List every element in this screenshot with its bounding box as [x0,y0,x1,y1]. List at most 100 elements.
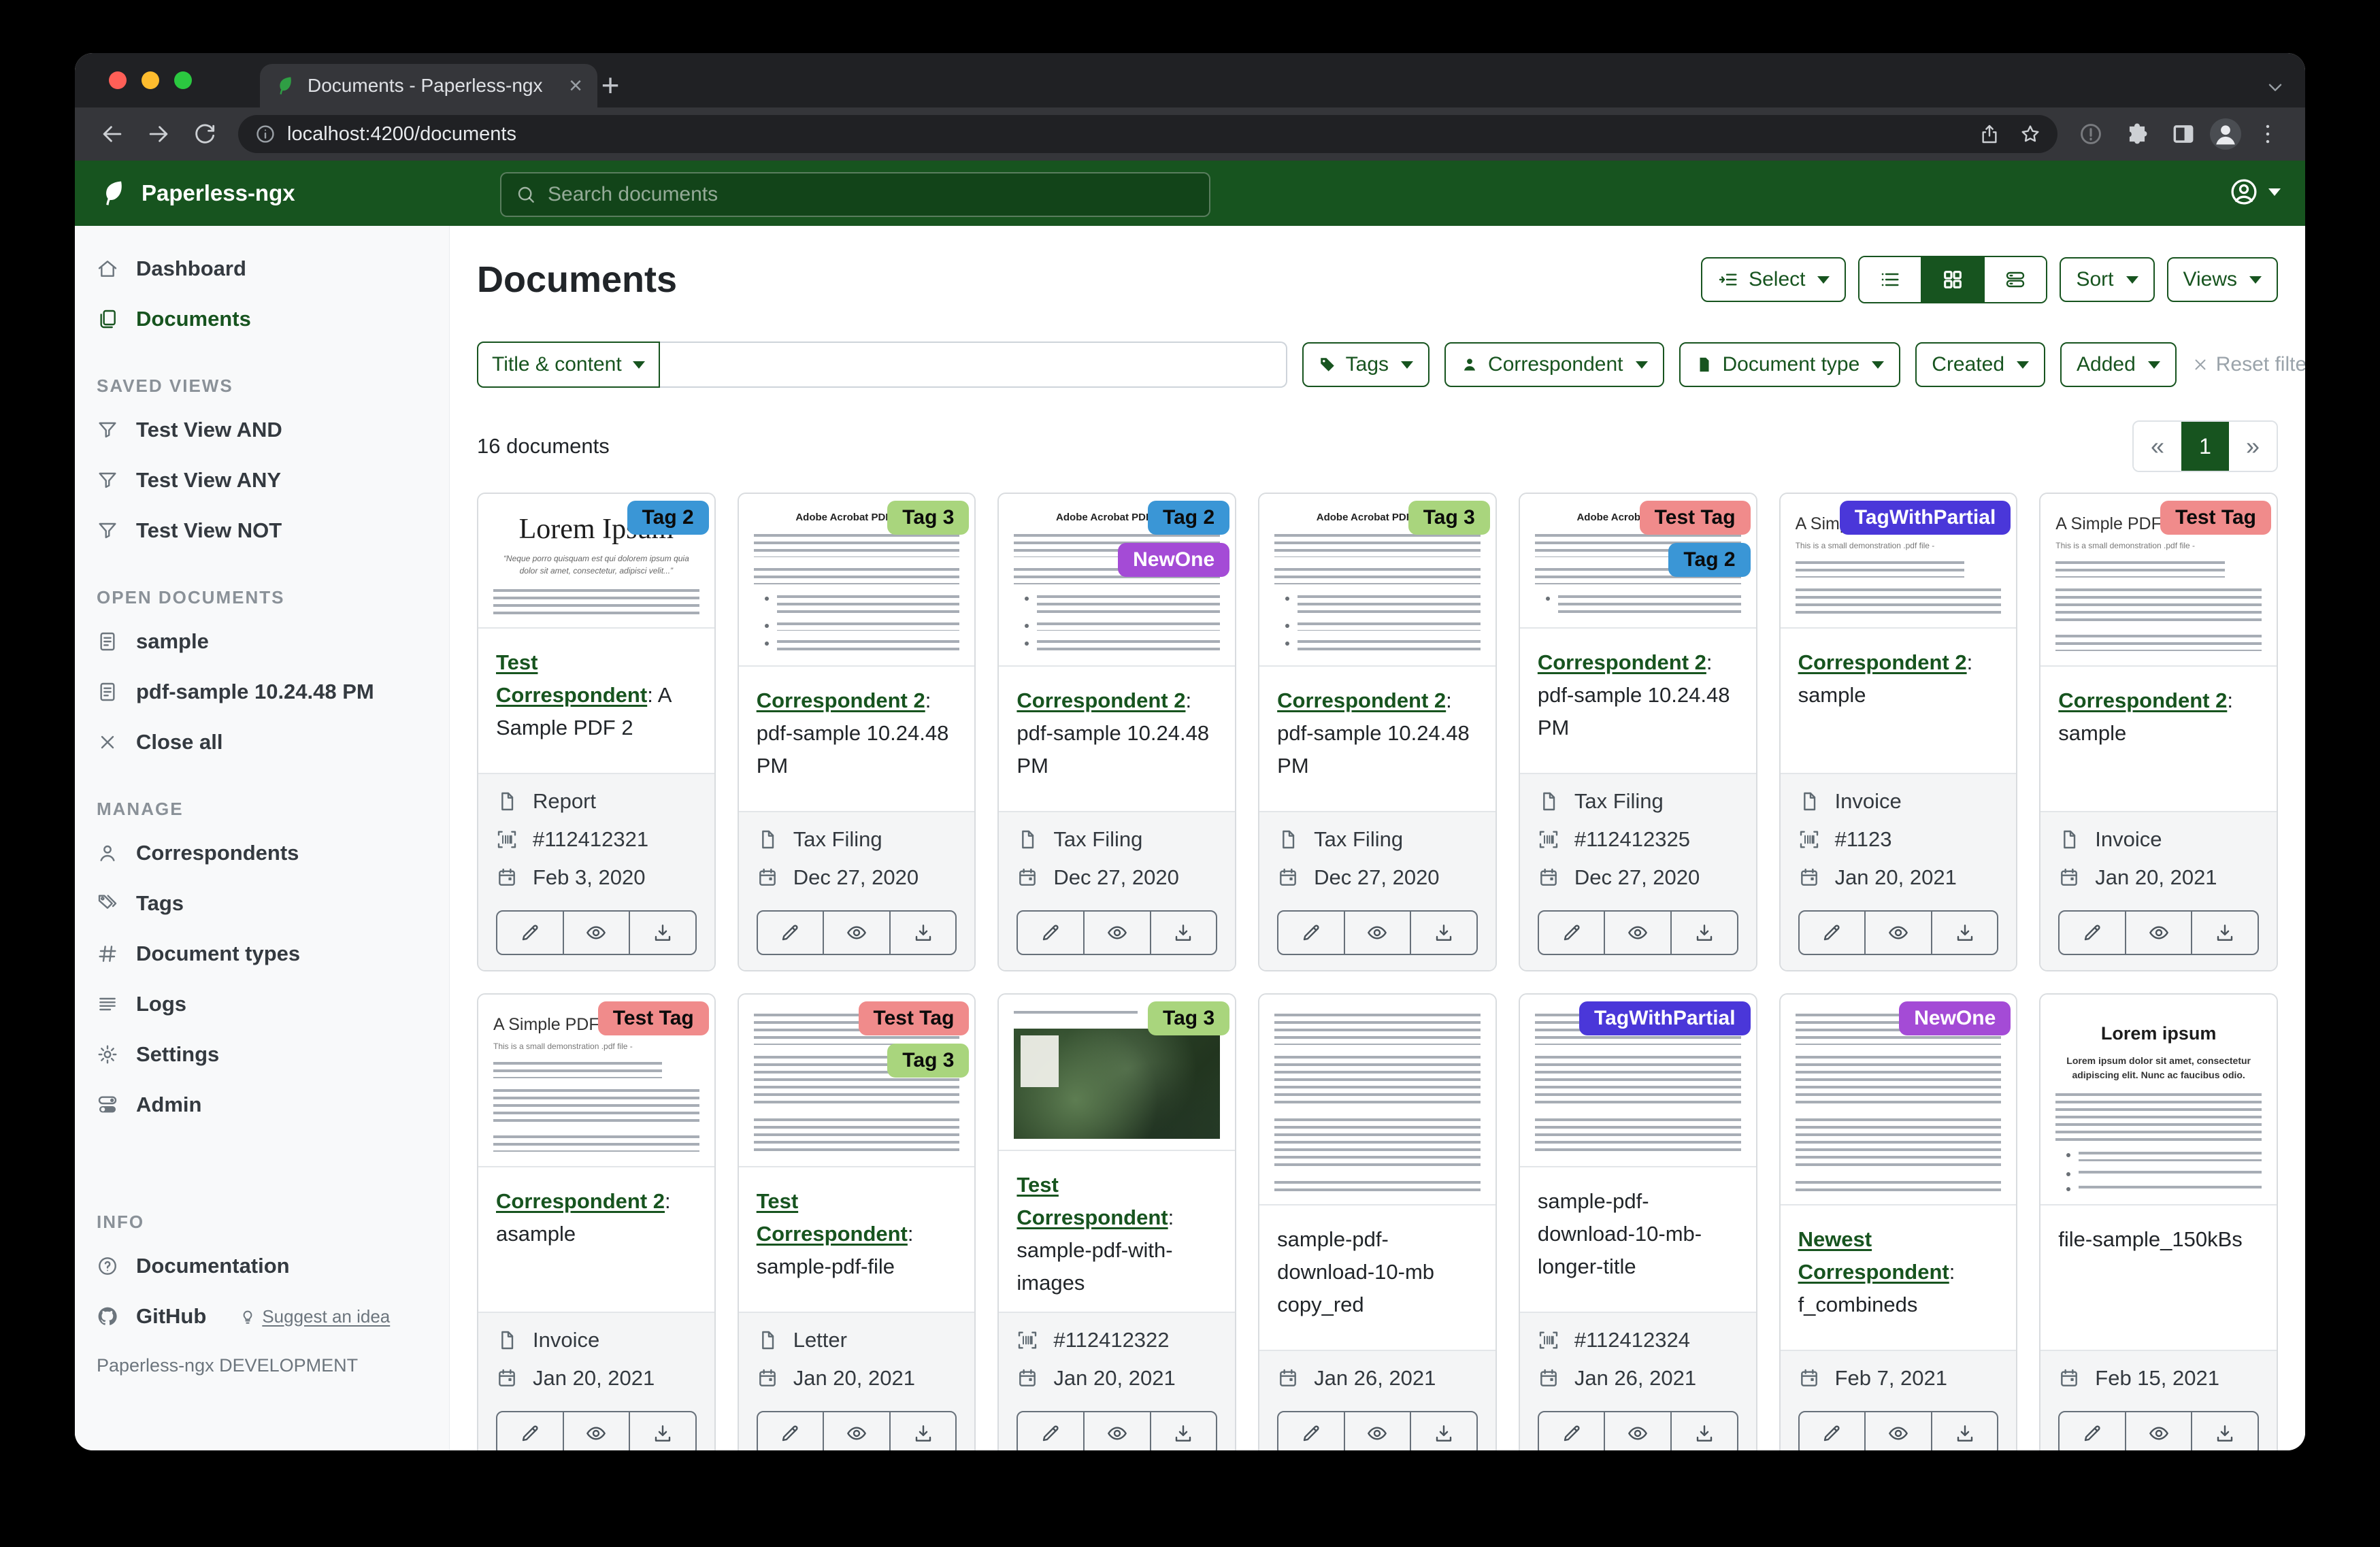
sidebar-item-documents[interactable]: Documents [75,294,449,344]
extensions-puzzle-icon[interactable] [2117,114,2157,154]
extension-badge-icon[interactable] [2071,114,2111,154]
display-mode-list-button[interactable] [1860,257,1921,302]
display-mode-detail-button[interactable] [1983,257,2046,302]
sidebar-item-test-view-any[interactable]: Test View ANY [75,455,449,505]
document-thumbnail[interactable]: Adobe Acrobat PDF Files Tag 3 [739,494,975,667]
sidebar-item-dashboard[interactable]: Dashboard [75,244,449,294]
prev-page-button[interactable]: « [2134,422,2181,471]
tag-badge-tag-2[interactable]: Tag 2 [1148,501,1229,535]
download-button[interactable] [1410,1412,1476,1450]
edit-button[interactable] [497,912,563,954]
edit-button[interactable] [758,1412,823,1450]
view-button[interactable] [563,912,629,954]
edit-button[interactable] [1539,1412,1604,1450]
correspondent-link[interactable]: Correspondent 2 [1017,688,1185,712]
share-icon[interactable] [1979,123,2000,145]
new-tab-button[interactable]: + [592,67,629,103]
document-thumbnail[interactable]: Adobe Acrobat PDF Files Tag 3 [1259,494,1495,667]
sidebar-item-pdf-sample-10-24-48-pm[interactable]: pdf-sample 10.24.48 PM [75,667,449,717]
view-button[interactable] [823,912,889,954]
meta-document-type[interactable]: Tax Filing [1538,789,1738,814]
sidebar-item-admin[interactable]: Admin [75,1080,449,1130]
download-button[interactable] [629,1412,695,1450]
filter-tags-button[interactable]: Tags [1302,342,1429,387]
download-button[interactable] [889,912,956,954]
meta-document-type[interactable]: Tax Filing [1017,827,1217,852]
suggest-an-idea-link[interactable]: Suggest an idea [239,1306,390,1327]
download-button[interactable] [1931,912,1998,954]
address-bar[interactable]: localhost:4200/documents [238,115,2057,153]
tag-badge-tagwithpartial[interactable]: TagWithPartial [1840,501,2011,535]
meta-document-type[interactable]: Tax Filing [757,827,957,852]
document-thumbnail[interactable]: Adobe Acrobat PDF Files Tag 2NewOne [999,494,1235,667]
edit-button[interactable] [2060,912,2125,954]
reset-filters-link[interactable]: Reset filters [2192,353,2305,376]
document-thumbnail[interactable] [1259,995,1495,1205]
tag-badge-tagwithpartial[interactable]: TagWithPartial [1579,1001,1751,1035]
edit-button[interactable] [1539,912,1604,954]
sidebar-item-correspondents[interactable]: Correspondents [75,828,449,878]
back-button[interactable] [93,114,132,154]
document-thumbnail[interactable]: A Simple PDF FileThis is a small demonst… [478,995,714,1167]
close-window-button[interactable] [109,71,127,89]
next-page-button[interactable]: » [2229,422,2277,471]
title-content-dropdown[interactable]: Title & content [477,342,660,388]
document-thumbnail[interactable]: A Simple PDF FileThis is a small demonst… [2040,494,2277,667]
download-button[interactable] [2191,1412,2258,1450]
view-button[interactable] [563,1412,629,1450]
correspondent-link[interactable]: Test Correspondent [1017,1173,1168,1229]
meta-document-type[interactable]: Tax Filing [1277,827,1478,852]
title-content-input[interactable] [660,342,1287,388]
tab-search-chevron-icon[interactable] [2264,76,2286,98]
document-thumbnail[interactable]: Test TagTag 3 [739,995,975,1167]
correspondent-link[interactable]: Newest Correspondent [1798,1227,1949,1284]
edit-button[interactable] [1018,912,1083,954]
download-button[interactable] [629,912,695,954]
side-panel-icon[interactable] [2164,114,2203,154]
tag-badge-test-tag[interactable]: Test Tag [859,1001,970,1035]
view-button[interactable] [1604,912,1670,954]
tag-badge-tag-3[interactable]: Tag 3 [887,501,969,535]
view-button[interactable] [2125,912,2192,954]
document-thumbnail[interactable]: Tag 3 [999,995,1235,1151]
filter-document-type-button[interactable]: Document type [1679,342,1901,387]
tag-badge-test-tag[interactable]: Test Tag [2160,501,2271,535]
sidebar-item-sample[interactable]: sample [75,616,449,667]
download-button[interactable] [2191,912,2258,954]
tag-badge-test-tag[interactable]: Test Tag [598,1001,709,1035]
download-button[interactable] [1410,912,1476,954]
download-button[interactable] [889,1412,956,1450]
sidebar-item-document-types[interactable]: Document types [75,929,449,979]
edit-button[interactable] [1278,1412,1344,1450]
download-button[interactable] [1670,1412,1737,1450]
app-logo[interactable]: Paperless-ngx [99,178,295,208]
edit-button[interactable] [2060,1412,2125,1450]
view-button[interactable] [1344,1412,1410,1450]
tab-close-icon[interactable]: × [569,74,582,97]
tag-badge-newone[interactable]: NewOne [1118,543,1229,577]
download-button[interactable] [1931,1412,1998,1450]
tag-badge-test-tag[interactable]: Test Tag [1640,501,1751,535]
correspondent-link[interactable]: Correspondent 2 [757,688,925,712]
download-button[interactable] [1670,912,1737,954]
correspondent-link[interactable]: Correspondent 2 [1798,650,1967,674]
download-button[interactable] [1150,912,1217,954]
download-button[interactable] [1150,1412,1217,1450]
site-info-icon[interactable] [254,123,276,145]
sidebar-item-github[interactable]: GitHubSuggest an idea [75,1291,449,1342]
sidebar-item-test-view-and[interactable]: Test View AND [75,405,449,455]
document-thumbnail[interactable]: Adobe Acrobat PDF Files Test TagTag 2 [1520,494,1756,629]
reload-button[interactable] [185,114,225,154]
view-button[interactable] [1864,1412,1931,1450]
forward-button[interactable] [139,114,178,154]
tag-badge-tag-3[interactable]: Tag 3 [1148,1001,1229,1035]
browser-tab[interactable]: Documents - Paperless-ngx × [260,64,597,107]
view-button[interactable] [1344,912,1410,954]
select-button[interactable]: Select [1701,257,1846,302]
filter-created-button[interactable]: Created [1915,342,2045,387]
meta-document-type[interactable]: Invoice [1798,789,1999,814]
user-menu[interactable] [2229,177,2281,207]
view-button[interactable] [2125,1412,2192,1450]
tag-badge-tag-2[interactable]: Tag 2 [627,501,709,535]
edit-button[interactable] [1278,912,1344,954]
